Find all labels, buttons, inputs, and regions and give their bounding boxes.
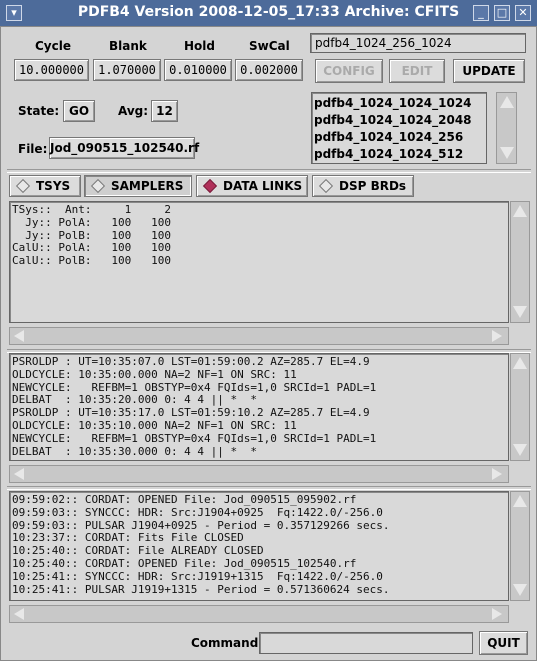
edit-button[interactable]: EDIT bbox=[389, 59, 445, 83]
divider bbox=[7, 169, 531, 173]
maximize-button[interactable]: □ bbox=[494, 5, 510, 21]
divider bbox=[7, 486, 531, 490]
scroll-left-icon[interactable] bbox=[14, 330, 24, 342]
text-line: CalU:: PolB: 100 100 bbox=[12, 254, 171, 268]
close-button[interactable]: ✕ bbox=[515, 5, 531, 21]
config-button[interactable]: CONFIG bbox=[315, 59, 383, 83]
list-item[interactable]: pdfb4_1024_1024_256 bbox=[312, 129, 486, 146]
radio-diamond-icon bbox=[318, 178, 334, 193]
avg-value: 12 bbox=[151, 100, 178, 122]
scroll-down-icon[interactable] bbox=[513, 444, 527, 456]
text-line: 10:25:41:: PULSAR J1919+1315 - Period = … bbox=[12, 582, 390, 596]
scroll-left-icon[interactable] bbox=[14, 608, 24, 620]
text-line: NEWCYCLE: REFBM=1 OBSTYP=0x4 FQIds=1,0 S… bbox=[12, 431, 377, 445]
scroll-down-icon[interactable] bbox=[513, 584, 527, 596]
tab-samplers[interactable]: SAMPLERS bbox=[84, 175, 192, 197]
status-hscrollbar[interactable] bbox=[9, 465, 509, 483]
list-item[interactable]: pdfb4_1024_1024_1024 bbox=[312, 95, 486, 112]
minimize-button[interactable]: _ bbox=[473, 5, 489, 21]
tsys-vscrollbar[interactable] bbox=[510, 201, 530, 323]
text-line: 09:59:02:: CORDAT: OPENED File: Jod_0905… bbox=[12, 493, 357, 506]
tab-tsys[interactable]: TSYS bbox=[9, 175, 81, 197]
scroll-up-icon[interactable] bbox=[513, 357, 527, 369]
quit-button[interactable]: QUIT bbox=[479, 631, 528, 655]
tab-label: DATA LINKS bbox=[223, 179, 303, 193]
scroll-right-icon[interactable] bbox=[492, 330, 502, 342]
text-line: OLDCYCLE: 10:35:10.000 NA=2 NF=1 ON SRC:… bbox=[12, 418, 297, 432]
tab-label: SAMPLERS bbox=[111, 179, 184, 193]
command-label: Command: bbox=[191, 636, 264, 650]
command-input[interactable] bbox=[259, 632, 473, 654]
state-label: State: bbox=[18, 104, 60, 118]
swcal-value[interactable]: 0.002000 bbox=[235, 59, 303, 81]
text-line: 09:59:03:: SYNCCC: HDR: Src:J1904+0925 F… bbox=[12, 505, 383, 519]
main-window: Cycle Blank Hold SwCal 10.000000 1.07000… bbox=[0, 26, 537, 661]
blank-value[interactable]: 1.070000 bbox=[93, 59, 161, 81]
tab-data-links[interactable]: DATA LINKS bbox=[196, 175, 308, 197]
title-bar: ▾ PDFB4 Version 2008-12-05_17:33 Archive… bbox=[0, 0, 537, 27]
radio-diamond-icon bbox=[90, 178, 106, 193]
scroll-up-icon[interactable] bbox=[500, 96, 514, 108]
file-label: File: bbox=[18, 142, 48, 156]
scroll-down-icon[interactable] bbox=[500, 147, 514, 159]
scroll-left-icon[interactable] bbox=[14, 468, 24, 480]
list-item[interactable]: pdfb4_1024_1024_512 bbox=[312, 146, 486, 163]
cycle-label: Cycle bbox=[35, 39, 71, 53]
file-value: Jod_090515_102540.rf bbox=[49, 137, 199, 159]
avg-label: Avg: bbox=[118, 104, 149, 118]
text-line: OLDCYCLE: 10:35:00.000 NA=2 NF=1 ON SRC:… bbox=[12, 367, 297, 381]
tsys-hscrollbar[interactable] bbox=[9, 327, 509, 345]
scroll-down-icon[interactable] bbox=[513, 306, 527, 318]
text-line: 10:25:40:: CORDAT: OPENED File: Jod_0905… bbox=[12, 556, 357, 570]
text-line: PSROLDP : UT=10:35:07.0 LST=01:59:00.2 A… bbox=[12, 355, 370, 368]
log-hscrollbar[interactable] bbox=[9, 605, 509, 623]
status-vscrollbar[interactable] bbox=[510, 353, 530, 461]
scroll-right-icon[interactable] bbox=[492, 468, 502, 480]
status-panel: PSROLDP : UT=10:35:07.0 LST=01:59:00.2 A… bbox=[9, 353, 509, 461]
tab-label: DSP BRDs bbox=[339, 179, 407, 193]
log-panel: 09:59:02:: CORDAT: OPENED File: Jod_0905… bbox=[9, 491, 509, 601]
state-value: GO bbox=[63, 100, 95, 122]
config-list[interactable]: pdfb4_1024_1024_1024 pdfb4_1024_1024_204… bbox=[311, 92, 487, 164]
cycle-value[interactable]: 10.000000 bbox=[14, 59, 89, 81]
window-title: PDFB4 Version 2008-12-05_17:33 Archive: … bbox=[77, 4, 460, 20]
swcal-label: SwCal bbox=[249, 39, 290, 53]
tab-dsp-brds[interactable]: DSP BRDs bbox=[312, 175, 414, 197]
scroll-right-icon[interactable] bbox=[492, 608, 502, 620]
hold-value[interactable]: 0.010000 bbox=[164, 59, 232, 81]
radio-diamond-selected-icon bbox=[202, 178, 218, 193]
config-name-field[interactable]: pdfb4_1024_256_1024 bbox=[310, 33, 526, 53]
scroll-up-icon[interactable] bbox=[513, 495, 527, 507]
scroll-up-icon[interactable] bbox=[513, 205, 527, 217]
text-line: 10:25:41:: SYNCCC: HDR: Src:J1919+1315 F… bbox=[12, 569, 383, 583]
config-list-scrollbar[interactable] bbox=[496, 92, 517, 164]
text-line: Jy:: PolA: 100 100 bbox=[12, 215, 171, 229]
hold-label: Hold bbox=[184, 39, 215, 53]
blank-label: Blank bbox=[109, 39, 147, 53]
list-item[interactable]: pdfb4_1024_1024_2048 bbox=[312, 112, 486, 129]
text-line: DELBAT : 10:35:30.000 0: 4 4 || * * bbox=[12, 444, 258, 458]
tsys-panel: TSys:: Ant: 1 2 Jy:: PolA: 100 100 Jy:: … bbox=[9, 201, 509, 323]
log-vscrollbar[interactable] bbox=[510, 491, 530, 601]
tab-label: TSYS bbox=[36, 179, 71, 193]
update-button[interactable]: UPDATE bbox=[453, 59, 525, 83]
radio-diamond-icon bbox=[15, 178, 31, 193]
text-line: TSys:: Ant: 1 2 bbox=[12, 203, 171, 216]
